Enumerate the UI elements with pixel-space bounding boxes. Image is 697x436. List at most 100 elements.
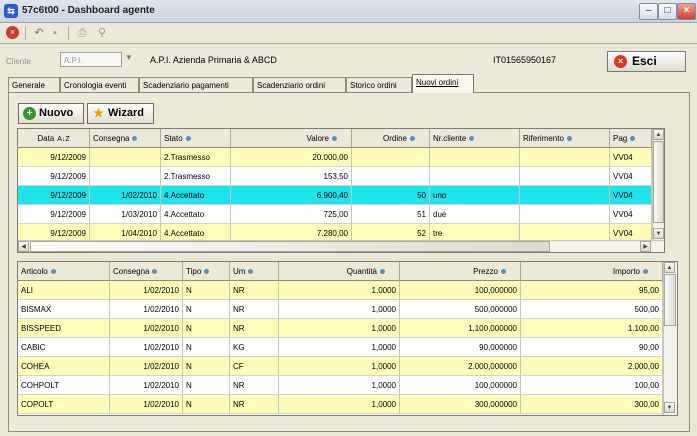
column-header-prezzo[interactable]: Prezzo [400, 262, 521, 281]
column-header-nr-cliente[interactable]: Nr.cliente [430, 129, 520, 148]
undo-icon[interactable]: ↶ [32, 26, 46, 40]
cell-prezzo: 300,000000 [400, 395, 521, 414]
cell-importo: 2.000,00 [521, 357, 663, 376]
table-row[interactable]: BISSPEED 1/02/2010 N NR 1,0000 1.100,000… [18, 319, 663, 338]
column-header-quantita[interactable]: Quantità [279, 262, 400, 281]
tab-cronologia-eventi[interactable]: Cronologia eventi [60, 77, 139, 92]
column-header-consegna[interactable]: Consegna [90, 129, 161, 148]
cell-importo: 1.100,00 [521, 319, 663, 338]
scroll-thumb[interactable] [653, 141, 664, 223]
cell-tipo: N [183, 338, 230, 357]
scroll-thumb[interactable] [30, 241, 550, 252]
scroll-left-icon[interactable]: ◀ [18, 241, 29, 252]
column-header-pag[interactable]: Pag [610, 129, 652, 148]
scroll-down-icon[interactable]: ▼ [664, 402, 675, 413]
column-header-valore[interactable]: Valore [231, 129, 352, 148]
nuovo-button[interactable]: + Nuovo [18, 103, 84, 124]
cell-data: 9/12/2009 [18, 148, 90, 167]
column-header-riferimento[interactable]: Riferimento [520, 129, 610, 148]
cell-articolo: BISMAX [18, 300, 110, 319]
tab-label: Generale [12, 81, 45, 90]
cell-riferimento [520, 186, 610, 205]
cell-ordine [352, 167, 430, 186]
column-header-data[interactable]: Data A↓Z [18, 129, 90, 148]
table-row[interactable]: COPOLT 1/02/2010 N NR 1,0000 300,000000 … [18, 395, 663, 414]
scroll-up-icon[interactable]: ▲ [664, 262, 675, 273]
column-header-consegna[interactable]: Consegna [110, 262, 183, 281]
table-row[interactable]: COHEA 1/02/2010 N CF 1,0000 2.000,000000… [18, 357, 663, 376]
cell-um: NR [230, 376, 279, 395]
print-icon[interactable]: ⎙ [75, 26, 89, 40]
cell-pag: VV04 [610, 167, 652, 186]
column-header-ordine[interactable]: Ordine [352, 129, 430, 148]
save-icon[interactable]: ▪ [48, 26, 62, 40]
partita-iva: IT01565950167 [493, 55, 557, 65]
title-bar: ⇆ 57c6t00 - Dashboard agente – □ × [0, 0, 697, 23]
table-row[interactable]: COHPOLT 1/02/2010 N NR 1,0000 100,000000… [18, 376, 663, 395]
cell-valore: 725,00 [231, 205, 352, 224]
cell-valore: 20.000,00 [231, 148, 352, 167]
tab-nuovi-ordini[interactable]: Nuovi ordini [412, 74, 474, 93]
esci-button[interactable]: × Esci [607, 51, 686, 72]
scroll-thumb[interactable] [664, 274, 676, 326]
cell-pag: VV04 [610, 148, 652, 167]
cell-quantita: 1,0000 [279, 357, 400, 376]
cell-articolo: ALI [18, 281, 110, 300]
table-row[interactable]: BISMAX 1/02/2010 N NR 1,0000 500,000000 … [18, 300, 663, 319]
star-icon: ★ [93, 106, 104, 120]
lines-vertical-scrollbar[interactable]: ▲ ▼ [663, 262, 677, 415]
tab-generale[interactable]: Generale [8, 77, 60, 92]
cell-um: NR [230, 319, 279, 338]
column-header-stato[interactable]: Stato [161, 129, 231, 148]
toolbar-separator [68, 26, 69, 40]
table-row-selected[interactable]: 9/12/2009 1/02/2010 4.Accettato 6.900,40… [18, 186, 652, 205]
table-row[interactable]: 9/12/2009 2.Trasmesso 153,50 VV04 [18, 167, 652, 186]
cell-importo: 95,00 [521, 281, 663, 300]
maximize-button[interactable]: □ [658, 3, 677, 20]
tab-storico-ordini[interactable]: Storico ordini [346, 77, 412, 92]
dropdown-arrow-icon[interactable]: ▼ [125, 53, 133, 62]
order-lines-grid: Articolo Consegna Tipo Um Quantità Prezz… [17, 261, 678, 416]
close-window-button[interactable]: × [677, 3, 696, 20]
cell-articolo: COHEA [18, 357, 110, 376]
cliente-name: A.P.I. Azienda Primaria & ABCD [150, 55, 277, 65]
column-header-um[interactable]: Um [230, 262, 279, 281]
cancel-icon[interactable]: × [6, 26, 19, 39]
cell-data: 9/12/2009 [18, 205, 90, 224]
cell-ordine: 50 [352, 186, 430, 205]
wizard-button[interactable]: ★ Wizard [87, 103, 154, 124]
table-row[interactable]: CABIC 1/02/2010 N KG 1,0000 90,000000 90… [18, 338, 663, 357]
table-row[interactable]: ALI 1/02/2010 N NR 1,0000 100,000000 95,… [18, 281, 663, 300]
scroll-up-icon[interactable]: ▲ [653, 129, 664, 140]
binoculars-icon[interactable]: ⚲ [95, 26, 109, 40]
orders-header-row: Data A↓Z Consegna Stato Valore Ordine Nr.… [18, 129, 664, 148]
table-row[interactable]: 9/12/2009 2.Trasmesso 20.000,00 VV04 [18, 148, 652, 167]
cell-tipo: N [183, 300, 230, 319]
nuovo-label: Nuovo [39, 107, 74, 119]
cell-consegna: 1/02/2010 [110, 319, 183, 338]
orders-vertical-scrollbar[interactable]: ▲ ▼ [652, 129, 664, 240]
minimize-button[interactable]: – [639, 3, 658, 20]
cell-tipo: N [183, 357, 230, 376]
cell-quantita: 1,0000 [279, 376, 400, 395]
tab-scadenziario-ordini[interactable]: Scadenziario ordini [253, 77, 346, 92]
cell-prezzo: 100,000000 [400, 281, 521, 300]
column-header-tipo[interactable]: Tipo [183, 262, 230, 281]
tab-label: Storico ordini [350, 81, 397, 90]
cell-importo: 500,00 [521, 300, 663, 319]
column-header-importo[interactable]: Importo [521, 262, 663, 281]
scroll-right-icon[interactable]: ▶ [640, 241, 651, 252]
cliente-code-field[interactable]: A.P.I. [60, 52, 122, 67]
cell-ordine: 51 [352, 205, 430, 224]
cell-stato: 2.Trasmesso [161, 148, 231, 167]
cell-stato: 4.Accettato [161, 205, 231, 224]
cell-prezzo: 500,000000 [400, 300, 521, 319]
column-header-articolo[interactable]: Articolo [18, 262, 110, 281]
table-row[interactable]: 9/12/2009 1/03/2010 4.Accettato 725,00 5… [18, 205, 652, 224]
scroll-down-icon[interactable]: ▼ [653, 228, 664, 239]
cell-articolo: COHPOLT [18, 376, 110, 395]
orders-horizontal-scrollbar[interactable]: ◀ ▶ [18, 240, 664, 252]
tab-scadenziario-pagamenti[interactable]: Scadenziario pagamenti [139, 77, 253, 92]
cell-um: NR [230, 281, 279, 300]
cell-um: NR [230, 300, 279, 319]
